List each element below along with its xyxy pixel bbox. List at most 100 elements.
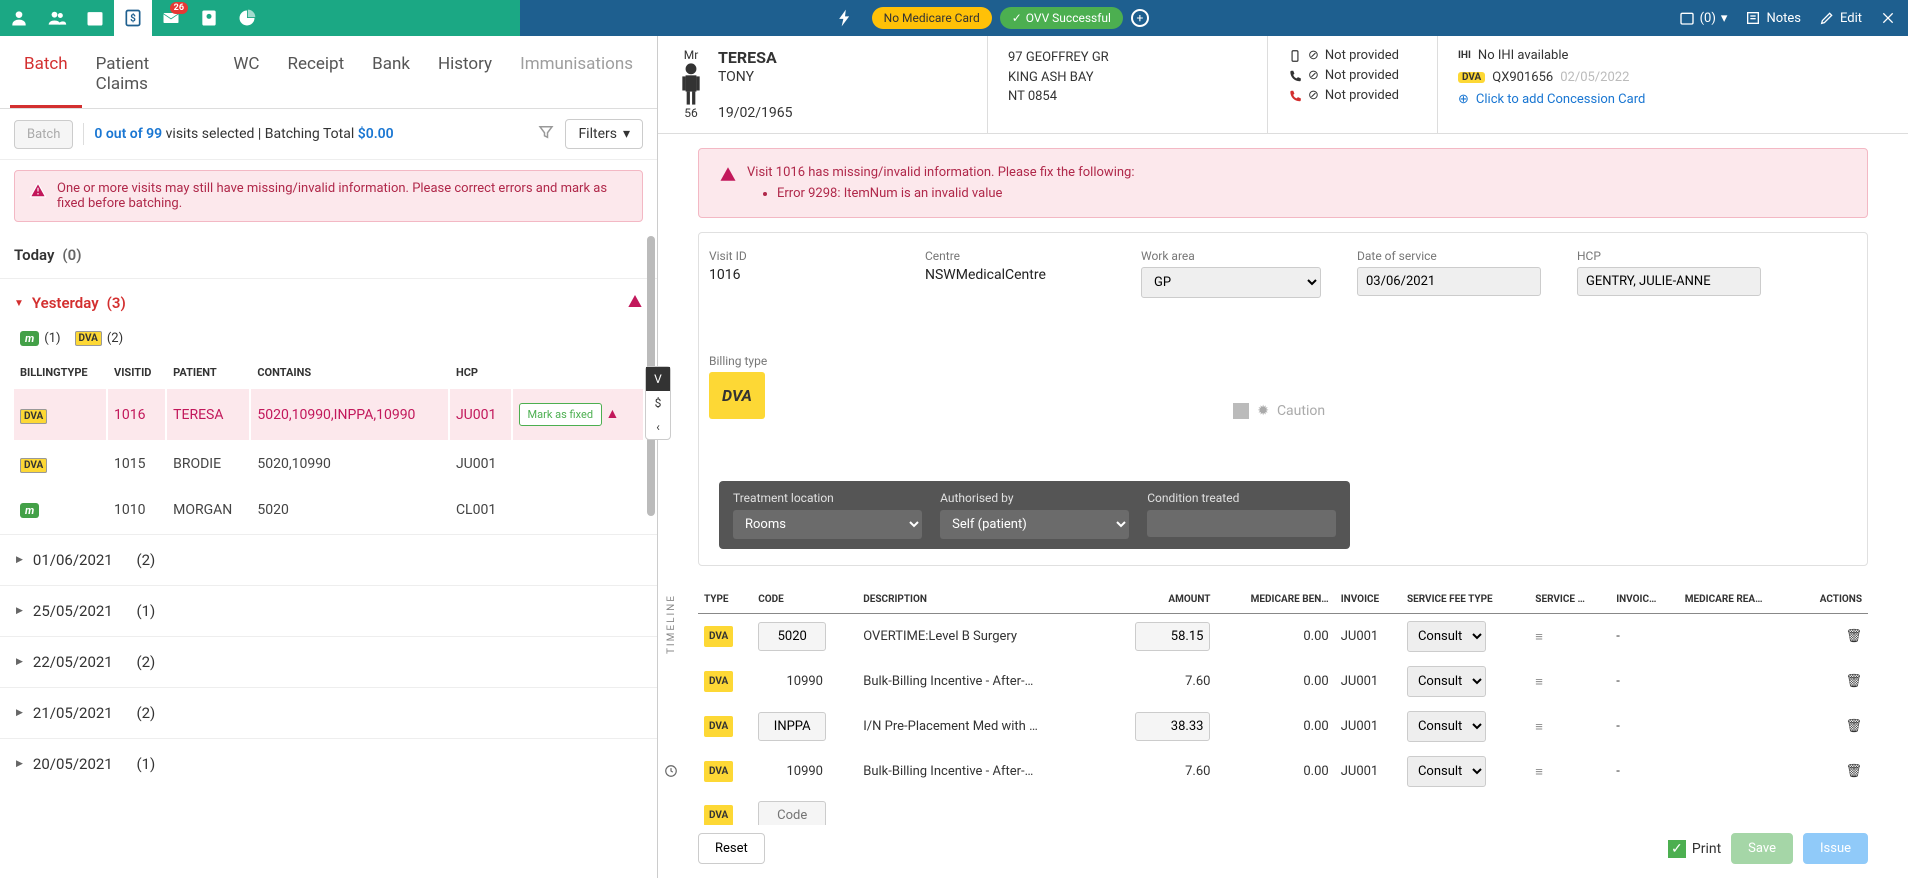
- tab-receipt[interactable]: Receipt: [273, 36, 358, 108]
- filters-dropdown[interactable]: Filters▾: [565, 119, 643, 149]
- patient-gender-icon: Mr 56: [678, 48, 704, 121]
- filter-medicare-chip[interactable]: m(1): [20, 331, 61, 346]
- service-fee-type-select[interactable]: Consult: [1407, 711, 1486, 742]
- chevron-right-icon: ▶: [16, 708, 23, 718]
- billing-type-dva[interactable]: DVA: [709, 372, 765, 419]
- caution-icon: ✹: [1257, 403, 1269, 419]
- patient-surname: TERESA: [718, 48, 793, 67]
- item-code-input[interactable]: [758, 622, 826, 651]
- toolbar-edit-button[interactable]: Edit: [1819, 10, 1862, 26]
- tab-batch[interactable]: Batch: [10, 36, 82, 108]
- visit-id-value: 1016: [709, 267, 889, 283]
- delete-row-icon[interactable]: 🗑: [1845, 674, 1862, 689]
- date-of-service-input[interactable]: [1357, 267, 1541, 296]
- warning-icon: [627, 293, 643, 313]
- patient-address: 97 GEOFFREY GR KING ASH BAY NT 0854: [988, 36, 1268, 133]
- nav-patient-icon[interactable]: [0, 0, 38, 36]
- chevron-down-icon: ▾: [1721, 11, 1728, 26]
- item-amount-input[interactable]: [1135, 622, 1210, 651]
- reset-button[interactable]: Reset: [698, 833, 765, 864]
- tab-wc[interactable]: WC: [219, 36, 273, 108]
- item-code-input[interactable]: [758, 801, 826, 825]
- nav-contacts-icon[interactable]: [190, 0, 228, 36]
- card-number: QX901656: [1492, 70, 1553, 85]
- chevron-right-icon: ▶: [16, 759, 23, 769]
- svg-text:$: $: [130, 11, 136, 24]
- row-menu-icon[interactable]: ≡: [1535, 720, 1543, 735]
- add-icon: ⊕: [1458, 92, 1469, 107]
- group-date[interactable]: ▶20/05/2021 (1): [0, 738, 657, 789]
- tab-bank[interactable]: Bank: [358, 36, 424, 108]
- hcp-input[interactable]: [1577, 267, 1761, 296]
- tab-patient-claims[interactable]: Patient Claims: [82, 36, 220, 108]
- visit-row[interactable]: DVA 1015 BRODIE 5020,10990 JU001: [14, 442, 643, 486]
- toolbar-calendar-dropdown[interactable]: (0)▾: [1679, 10, 1728, 26]
- patient-dob: 19/02/1965: [718, 105, 793, 121]
- issue-button[interactable]: Issue: [1803, 833, 1868, 864]
- item-row: DVA I/N Pre-Placement Med with … 0.00 JU…: [698, 704, 1868, 749]
- authorised-by-select[interactable]: Self (patient): [940, 510, 1129, 539]
- nav-calendar-icon[interactable]: [76, 0, 114, 36]
- work-area-select[interactable]: GP: [1141, 267, 1321, 298]
- nav-reports-icon[interactable]: [228, 0, 266, 36]
- item-row: DVA OVERTIME:Level B Surgery 0.00 JU001 …: [698, 614, 1868, 660]
- filter-icon[interactable]: [537, 123, 555, 145]
- add-concession-link[interactable]: Click to add Concession Card: [1476, 92, 1645, 107]
- delete-row-icon[interactable]: 🗑: [1845, 764, 1862, 779]
- item-row: DVA 10990 Bulk-Billing Incentive - After…: [698, 749, 1868, 794]
- chevron-right-icon: ▶: [16, 657, 23, 667]
- treatment-location-select[interactable]: Rooms: [733, 510, 922, 539]
- add-pill-button[interactable]: +: [1131, 9, 1149, 27]
- visits-table: BILLINGTYPE VISITID PATIENT CONTAINS HCP…: [12, 356, 645, 534]
- visit-row[interactable]: DVA 1016 TERESA 5020,10990,INPPA,10990 J…: [14, 389, 643, 440]
- service-fee-type-select[interactable]: Consult: [1407, 621, 1486, 652]
- tab-history[interactable]: History: [424, 36, 506, 108]
- nav-billing-icon[interactable]: $: [114, 0, 152, 36]
- condition-treated-input[interactable]: [1147, 510, 1336, 537]
- delete-row-icon[interactable]: 🗑: [1845, 719, 1862, 734]
- filter-dva-chip[interactable]: DVA(2): [75, 331, 124, 346]
- phone-icon: [1288, 69, 1302, 83]
- item-row: DVA 10990 Bulk-Billing Incentive - After…: [698, 659, 1868, 704]
- toolbar-close-button[interactable]: [1880, 10, 1896, 26]
- group-date[interactable]: ▶22/05/2021 (2): [0, 636, 657, 687]
- group-yesterday[interactable]: ▼ Yesterday(3): [0, 278, 657, 327]
- emergency-phone-icon: [1288, 89, 1302, 103]
- caution-checkbox[interactable]: ✹Caution: [1233, 403, 1325, 419]
- mark-as-fixed-button[interactable]: Mark as fixed: [519, 403, 603, 426]
- nav-mail-icon[interactable]: 26: [152, 0, 190, 36]
- timeline-label: TIMELINE: [666, 594, 677, 654]
- service-fee-type-select[interactable]: Consult: [1407, 666, 1486, 697]
- ovv-pill: ✓OVV Successful: [1000, 7, 1123, 29]
- nav-lightning-icon[interactable]: [826, 0, 864, 36]
- clock-icon[interactable]: [664, 764, 678, 778]
- patient-firstname: TONY: [718, 69, 793, 85]
- batch-button[interactable]: Batch: [14, 120, 73, 149]
- row-menu-icon[interactable]: ≡: [1535, 675, 1543, 690]
- nav-patients-icon[interactable]: [38, 0, 76, 36]
- row-menu-icon[interactable]: ≡: [1535, 765, 1543, 780]
- centre-value: NSWMedicalCentre: [925, 267, 1105, 283]
- mail-badge: 26: [170, 2, 188, 14]
- group-date[interactable]: ▶01/06/2021 (2): [0, 534, 657, 585]
- group-today[interactable]: Today(0): [0, 232, 657, 278]
- row-menu-icon[interactable]: ≡: [1535, 630, 1543, 645]
- visit-error-alert: Visit 1016 has missing/invalid informati…: [698, 148, 1868, 218]
- group-date[interactable]: ▶21/05/2021 (2): [0, 687, 657, 738]
- item-amount-input[interactable]: [1135, 712, 1210, 741]
- visit-row[interactable]: M 1010 MORGAN 5020 CL001: [14, 488, 643, 532]
- service-fee-type-select[interactable]: Consult: [1407, 756, 1486, 787]
- tab-immunisations[interactable]: Immunisations: [506, 36, 647, 108]
- print-checkbox[interactable]: ✓Print: [1668, 840, 1721, 858]
- chevron-down-icon: ▼: [14, 298, 24, 309]
- save-button[interactable]: Save: [1731, 833, 1793, 864]
- batch-warning-alert: One or more visits may still have missin…: [14, 170, 643, 222]
- batch-summary: 0 out of 99 visits selected | Batching T…: [94, 126, 393, 142]
- item-row-new: DVA: [698, 794, 1868, 825]
- delete-row-icon[interactable]: 🗑: [1845, 629, 1862, 644]
- item-code-input[interactable]: [758, 712, 826, 741]
- mobile-icon: [1288, 49, 1302, 63]
- toolbar-notes-button[interactable]: Notes: [1745, 10, 1801, 26]
- group-date[interactable]: ▶25/05/2021 (1): [0, 585, 657, 636]
- no-medicare-pill: No Medicare Card: [872, 7, 992, 29]
